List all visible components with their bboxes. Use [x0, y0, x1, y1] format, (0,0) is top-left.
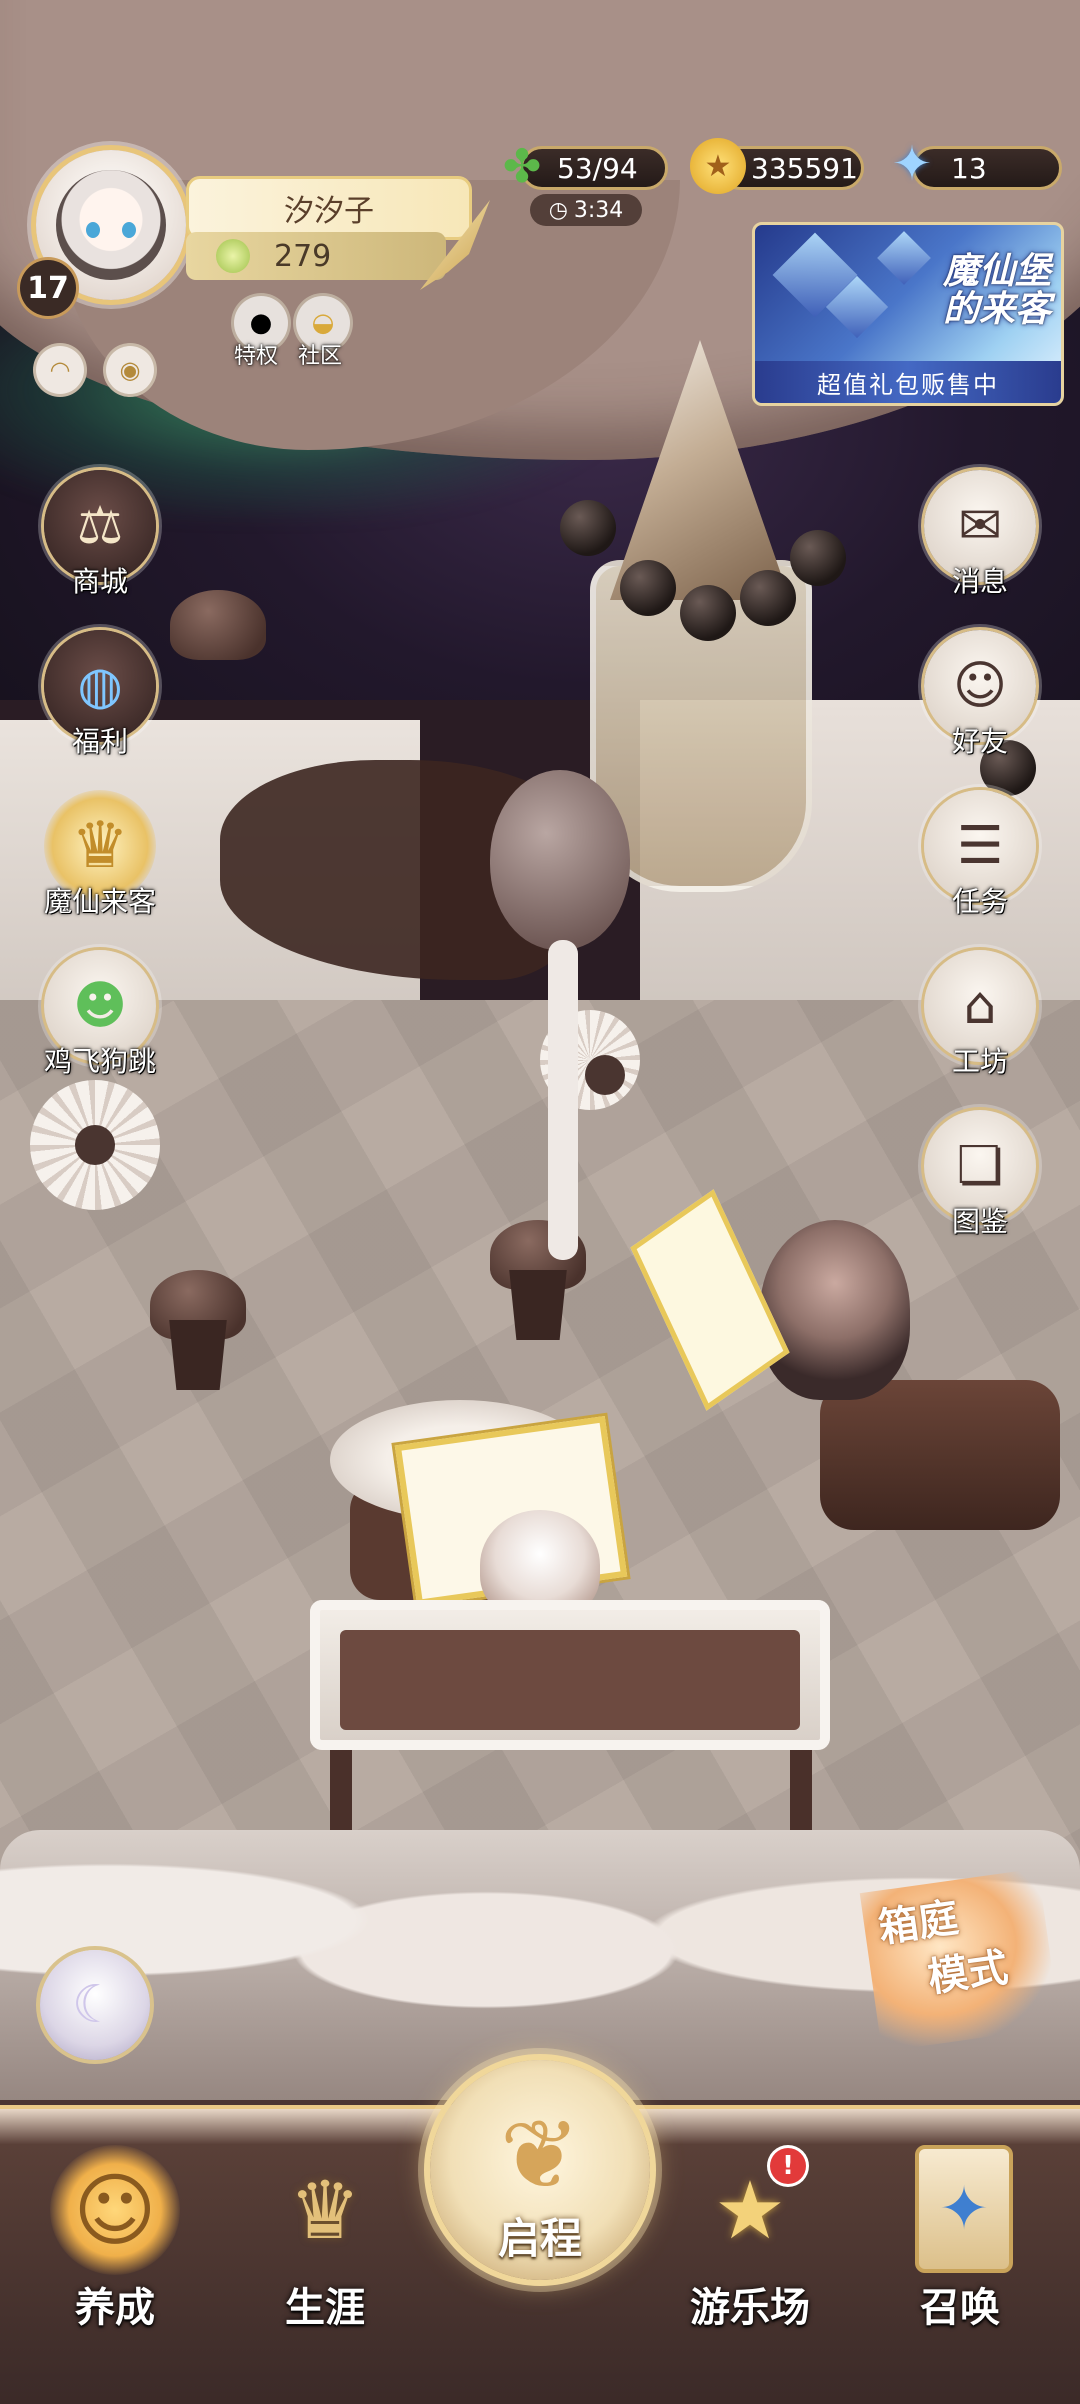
shop-button[interactable]: ⚖ 商城	[40, 470, 160, 620]
moon-crystal-ball-button[interactable]: ☾	[40, 1950, 150, 2060]
banner-subtitle: 超值礼包贩售中	[755, 361, 1061, 403]
eye-mask-icon[interactable]: ◠	[36, 346, 84, 394]
workshop-button[interactable]: ⌂ 工坊	[920, 950, 1040, 1100]
stamina-timer-value: 3:34	[573, 197, 624, 223]
player-level-badge: 17	[20, 260, 76, 316]
nav-cultivate-label: 养成	[75, 2285, 155, 2331]
welfare-label: 福利	[71, 725, 128, 758]
crystal-value: 13	[951, 151, 987, 185]
camera-icon[interactable]: ◉	[106, 346, 154, 394]
community-label[interactable]: 社区	[298, 338, 342, 370]
bench-panel	[340, 1630, 800, 1730]
crystal-decor	[877, 231, 931, 285]
banner-title: 魔仙堡 的来客	[943, 253, 1051, 329]
fairy-visitor-label: 魔仙来客	[43, 885, 156, 918]
friends-button[interactable]: ☺ 好友	[920, 630, 1040, 780]
player-currency[interactable]: 279	[186, 232, 446, 280]
boba-pearl	[560, 500, 616, 556]
nav-playground[interactable]: ★ 游乐场	[650, 2125, 850, 2385]
tasks-button[interactable]: ☰ 任务	[920, 790, 1040, 940]
chaos-event-label: 鸡飞狗跳	[43, 1045, 156, 1078]
privilege-label[interactable]: 特权	[234, 338, 278, 370]
sandbox-label: 箱庭 模式	[875, 1879, 1049, 2012]
boba-pearl	[790, 530, 846, 586]
workshop-label: 工坊	[951, 1045, 1008, 1078]
nav-summon-label: 召唤	[920, 2285, 1000, 2331]
tasks-label: 任务	[951, 885, 1008, 918]
stamina-value: 53/94	[557, 151, 638, 185]
boba-pearl	[680, 585, 736, 641]
boba-pearl	[740, 570, 796, 626]
nav-summon[interactable]: ✦ 召唤	[860, 2125, 1060, 2385]
playground-notification-badge: !	[770, 2148, 806, 2184]
album-label: 图鉴	[951, 1205, 1008, 1238]
album-button[interactable]: ❏ 图鉴	[920, 1110, 1040, 1260]
flower-coin-icon	[216, 239, 250, 273]
nav-career[interactable]: ♛ 生涯	[225, 2125, 425, 2385]
boba-pearl	[620, 560, 676, 616]
gold-coin-icon: ★	[690, 138, 746, 194]
nav-cultivate[interactable]: ☺ 养成	[15, 2125, 215, 2385]
shop-label: 商城	[71, 565, 128, 598]
crown-icon: ♛	[289, 2163, 361, 2257]
avatar-face	[56, 170, 166, 280]
stamina-timer: ◷ 3:34	[530, 194, 642, 226]
banner-title-line2: 的来客	[942, 289, 1051, 330]
sandbox-mode-button[interactable]: 箱庭 模式	[859, 1868, 1061, 2052]
avatar-eye	[86, 222, 100, 238]
player-currency-value: 279	[274, 238, 332, 274]
cupcake	[170, 590, 266, 660]
moon-icon: ☾	[71, 1975, 119, 2035]
giant-spoon	[490, 770, 630, 950]
summon-card-icon: ✦	[915, 2145, 1013, 2273]
friends-label: 好友	[951, 725, 1008, 758]
player-name[interactable]: 汐汐子	[186, 176, 472, 240]
chocolate-sofa[interactable]	[820, 1380, 1060, 1530]
event-banner[interactable]: 魔仙堡 的来客 超值礼包贩售中	[752, 222, 1064, 406]
crystal-icon: ✦	[891, 136, 933, 192]
maid-character[interactable]	[760, 1220, 910, 1400]
avatar-eye	[122, 222, 136, 238]
nav-career-label: 生涯	[285, 2285, 365, 2331]
welfare-button[interactable]: ◍ 福利	[40, 630, 160, 780]
clock-icon: ◷	[548, 197, 568, 223]
gold-value: 335591	[751, 151, 858, 185]
fairy-visitor-button[interactable]: ♛ 魔仙来客	[40, 790, 160, 940]
messages-button[interactable]: ✉ 消息	[920, 470, 1040, 620]
sleeping-girl-icon: ☺	[50, 2145, 180, 2275]
clover-icon: ✤	[502, 139, 542, 193]
open-book-butterfly-icon: ❦	[499, 2099, 581, 2211]
nav-playground-label: 游乐场	[690, 2285, 810, 2331]
spoon-handle	[548, 940, 578, 1260]
banner-title-line1: 魔仙堡	[942, 251, 1051, 292]
chaos-event-button[interactable]: ☻ 鸡飞狗跳	[40, 950, 160, 1100]
nav-depart[interactable]: ❦ 启程	[430, 2060, 650, 2280]
nav-depart-label: 启程	[497, 2214, 582, 2263]
messages-label: 消息	[951, 565, 1008, 598]
